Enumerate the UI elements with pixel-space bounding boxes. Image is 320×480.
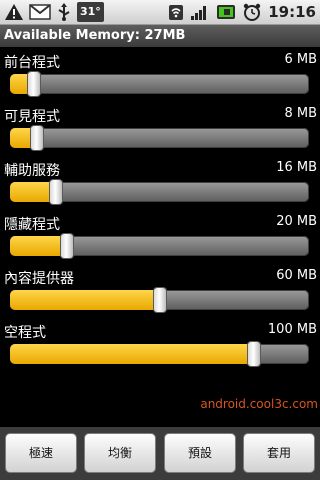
- clock: 19:16: [268, 3, 316, 21]
- memory-slider-track[interactable]: [10, 344, 309, 364]
- memory-row-secondary-server: 輔助服務 16 MB: [0, 158, 320, 212]
- wifi-icon: [168, 3, 184, 21]
- status-bar: 31° 19:16: [0, 0, 320, 25]
- memory-row-content-provider: 內容提供器 60 MB: [0, 266, 320, 320]
- balanced-button[interactable]: 均衡: [84, 433, 156, 473]
- memory-row-empty: 空程式 100 MB: [0, 320, 320, 374]
- page-title: Available Memory: 27MB: [0, 25, 320, 47]
- row-value: 8 MB: [284, 106, 317, 121]
- memory-row-hidden: 隱藏程式 20 MB: [0, 212, 320, 266]
- row-value: 60 MB: [276, 268, 317, 283]
- slider-thumb[interactable]: [247, 342, 260, 366]
- memory-slider-track[interactable]: [10, 128, 309, 148]
- warning-icon: [4, 3, 24, 21]
- row-value: 6 MB: [284, 52, 317, 67]
- apply-button[interactable]: 套用: [243, 433, 315, 473]
- slider-fill: [10, 236, 67, 256]
- row-value: 16 MB: [276, 160, 317, 175]
- slider-thumb[interactable]: [153, 288, 166, 312]
- row-label: 隱藏程式: [4, 217, 60, 233]
- turbo-button[interactable]: 極速: [5, 433, 77, 473]
- row-value: 100 MB: [267, 322, 317, 337]
- memory-slider-track[interactable]: [10, 74, 309, 94]
- slider-fill: [10, 344, 254, 364]
- memory-slider-track[interactable]: [10, 236, 309, 256]
- battery-icon: [216, 3, 236, 21]
- signal-icon: [190, 3, 210, 21]
- row-label: 可見程式: [4, 109, 60, 125]
- row-label: 內容提供器: [4, 271, 74, 287]
- memory-row-visible: 可見程式 8 MB: [0, 104, 320, 158]
- row-label: 輔助服務: [4, 163, 60, 179]
- memory-row-foreground: 前台程式 6 MB: [0, 50, 320, 104]
- slider-thumb[interactable]: [60, 234, 73, 258]
- row-label: 空程式: [4, 325, 46, 341]
- button-bar: 極速 均衡 預設 套用: [0, 427, 320, 480]
- row-label: 前台程式: [4, 55, 60, 71]
- row-value: 20 MB: [276, 214, 317, 229]
- usb-icon: [56, 3, 72, 21]
- slider-thumb[interactable]: [50, 180, 63, 204]
- slider-thumb[interactable]: [30, 126, 43, 150]
- alarm-icon: [242, 3, 262, 21]
- slider-fill: [10, 290, 160, 310]
- slider-thumb[interactable]: [27, 72, 40, 96]
- temperature-icon: 31°: [77, 2, 104, 22]
- watermark: android.cool3c.com: [200, 397, 318, 411]
- gmail-icon: [29, 3, 51, 21]
- default-button[interactable]: 預設: [164, 433, 236, 473]
